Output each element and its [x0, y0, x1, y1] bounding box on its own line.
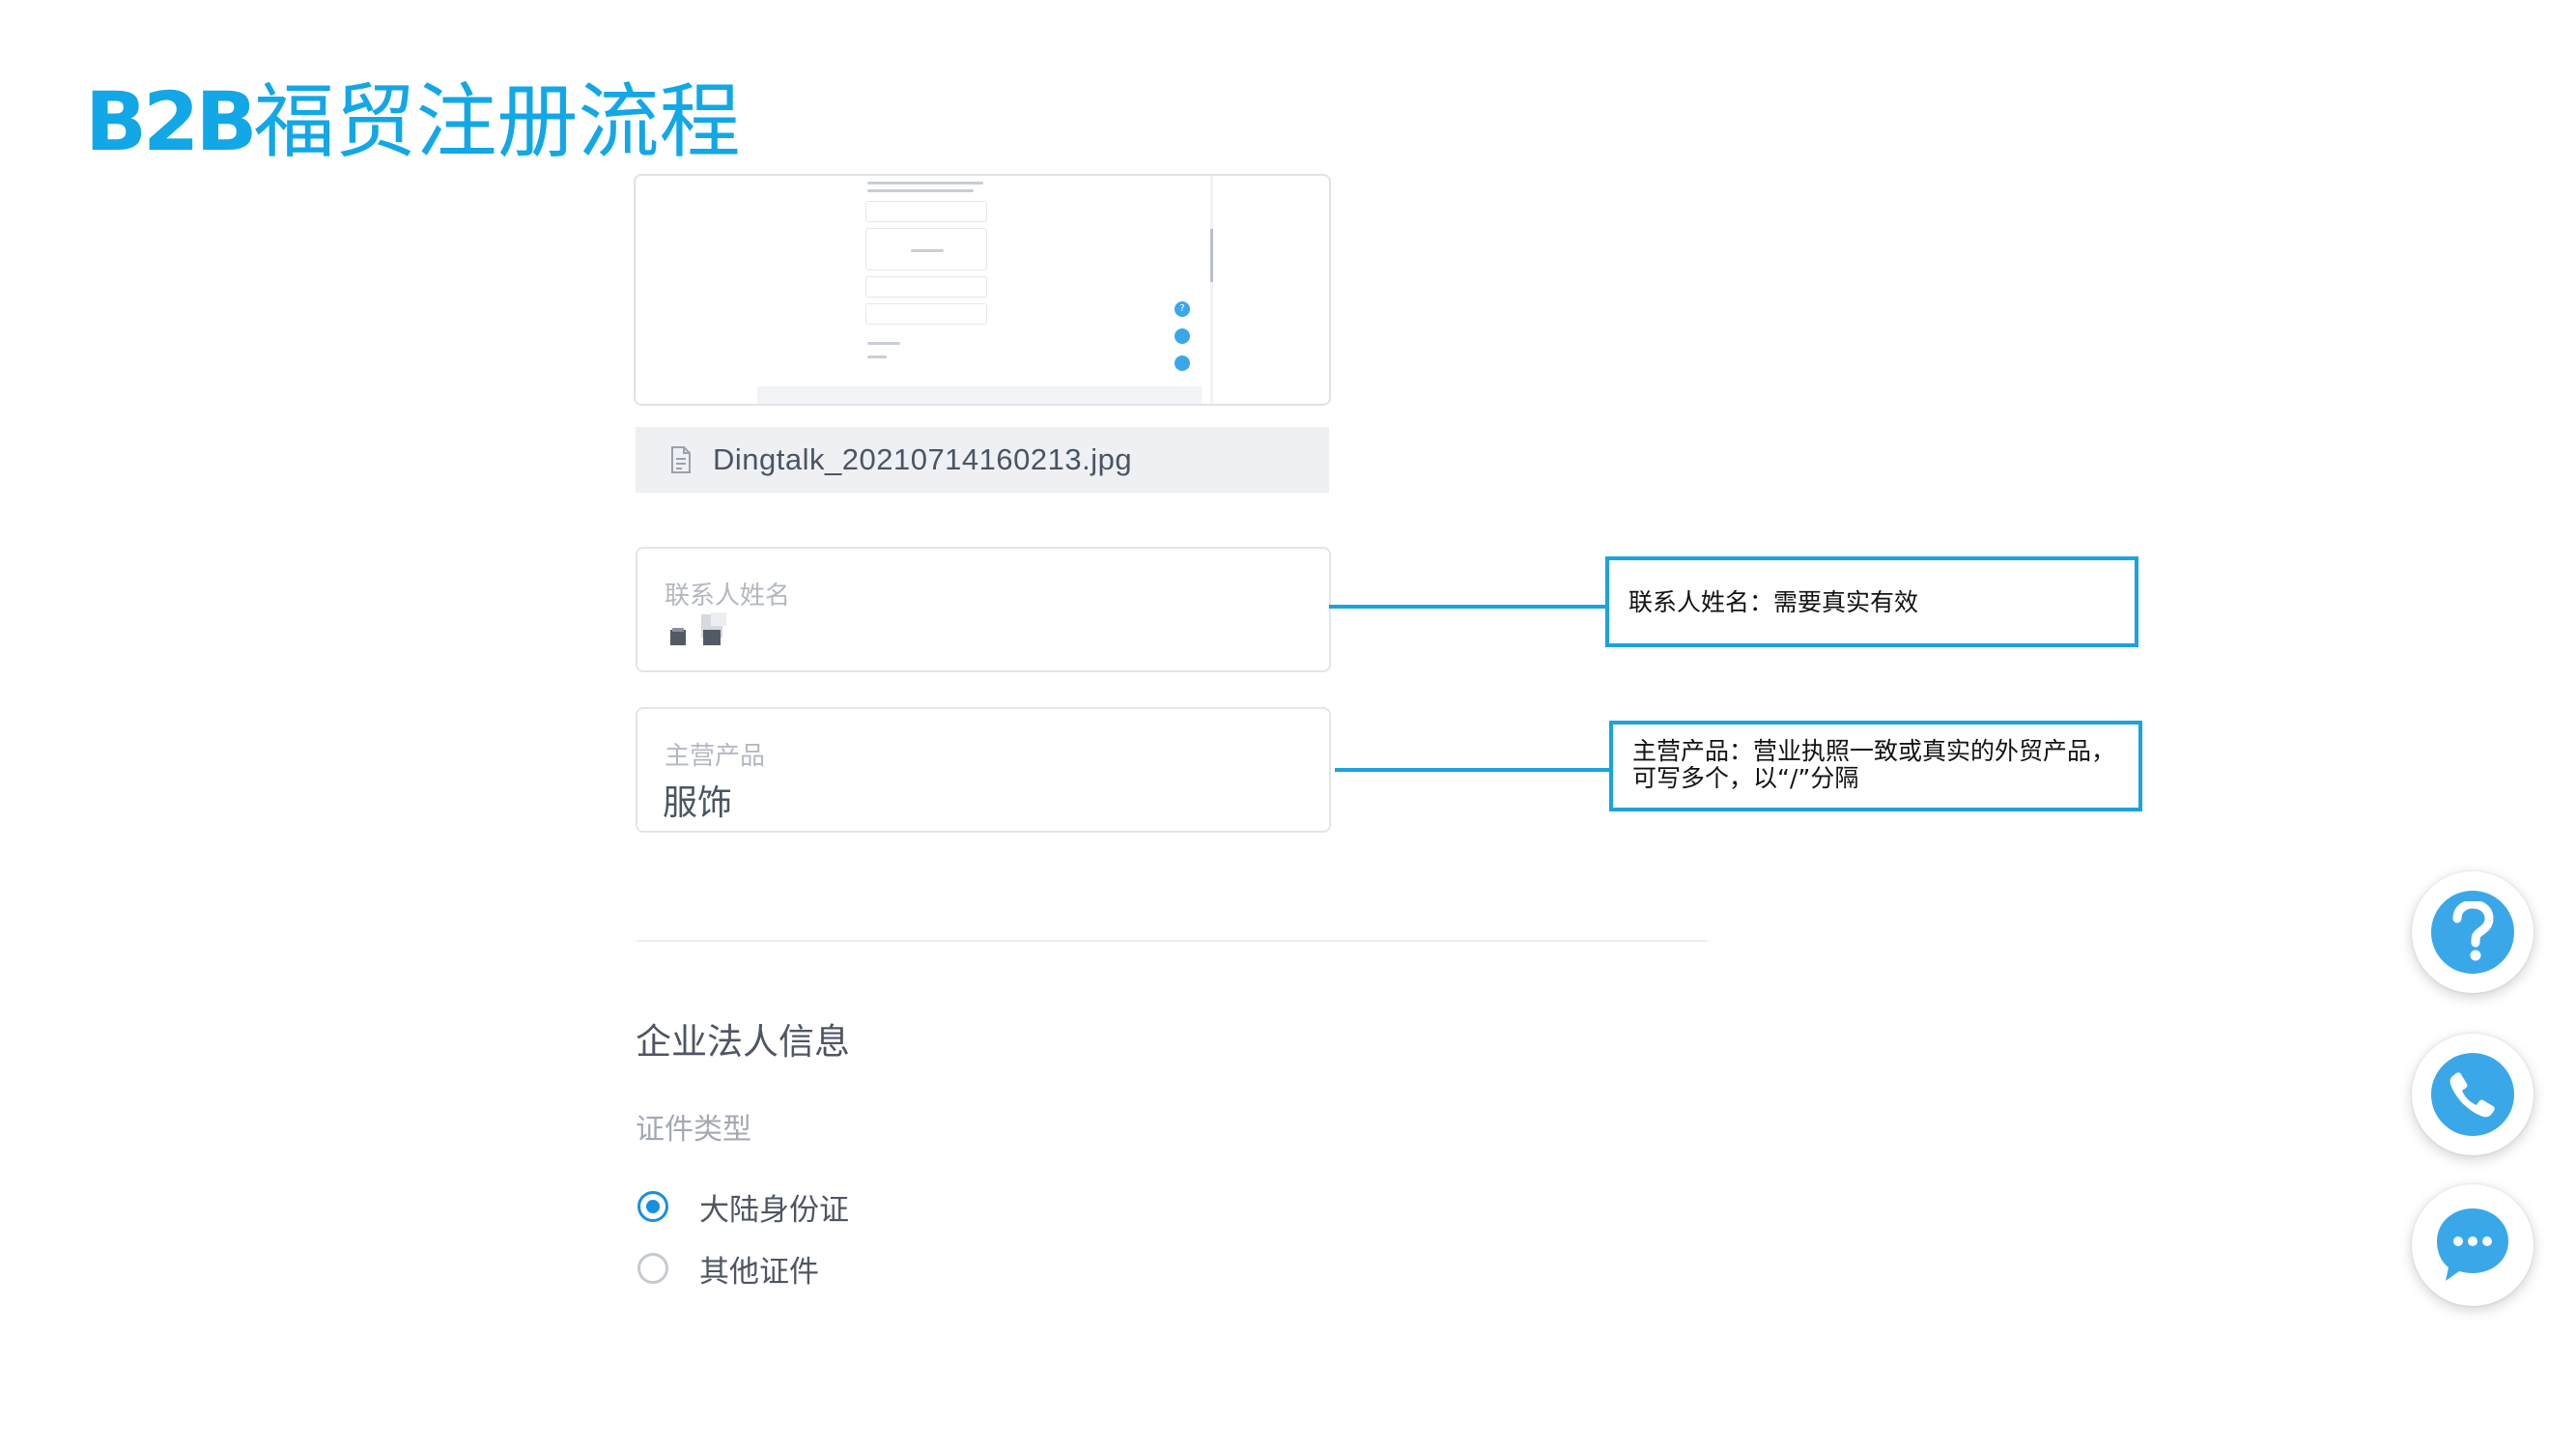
preview-text-line — [867, 355, 887, 358]
preview-scroll-thumb — [1210, 229, 1213, 282]
slide-title-latin: B2B — [85, 74, 257, 169]
id-type-option-mainland[interactable]: 大陆身份证 — [637, 1184, 849, 1229]
slide-title: B2B福贸注册流程 — [85, 73, 741, 170]
chat-icon — [2431, 1204, 2514, 1287]
phone-icon — [2431, 1053, 2514, 1136]
preview-scroll-track — [1210, 176, 1213, 404]
preview-help-icon: ? — [1175, 301, 1190, 317]
help-icon — [2431, 891, 2514, 974]
document-icon — [671, 446, 691, 473]
contact-name-field[interactable]: 联系人姓名 — [636, 547, 1331, 672]
uploaded-image-preview[interactable]: ? — [634, 174, 1331, 406]
section-divider — [636, 940, 1708, 942]
radio-checked-icon[interactable] — [637, 1191, 668, 1222]
slide-title-cjk: 福贸注册流程 — [253, 74, 741, 169]
callout-connector — [1329, 605, 1609, 609]
slide: B2B福贸注册流程 ? Dingtalk_20210714160213.jpg — [0, 0, 2576, 1449]
main-products-label: 主营产品 — [665, 742, 766, 771]
preview-text-line — [867, 342, 900, 345]
id-type-label: 证件类型 — [636, 1113, 751, 1147]
contact-name-callout: 联系人姓名：需要真实有效 — [1605, 556, 2138, 647]
preview-input-box — [865, 303, 987, 325]
preview-text-line — [867, 182, 983, 185]
callout-connector — [1335, 768, 1611, 772]
legal-person-section-title: 企业法人信息 — [636, 1021, 850, 1063]
help-button[interactable] — [2412, 871, 2534, 993]
preview-phone-icon — [1175, 328, 1190, 344]
contact-name-obscured-value — [670, 612, 726, 645]
main-products-field[interactable]: 主营产品 服饰 — [636, 707, 1331, 833]
chat-button[interactable] — [2412, 1184, 2534, 1306]
attachment-file-name: Dingtalk_20210714160213.jpg — [713, 442, 1133, 476]
main-products-callout-line2: 可写多个，以“/”分隔 — [1632, 764, 1859, 792]
preview-chat-icon — [1175, 355, 1190, 371]
preview-footer-bar — [757, 386, 1202, 404]
radio-unchecked-icon[interactable] — [637, 1253, 668, 1284]
attachment-file-chip[interactable]: Dingtalk_20210714160213.jpg — [636, 427, 1329, 493]
id-type-option-other[interactable]: 其他证件 — [637, 1246, 819, 1291]
preview-text-line — [911, 249, 944, 252]
main-products-callout: 主营产品：营业执照一致或真实的外贸产品， 可写多个，以“/”分隔 — [1609, 721, 2142, 811]
phone-button[interactable] — [2412, 1034, 2534, 1155]
main-products-callout-line1: 主营产品：营业执照一致或真实的外贸产品， — [1632, 737, 2116, 765]
main-products-value: 服饰 — [663, 783, 733, 823]
contact-name-callout-text: 联系人姓名：需要真实有效 — [1628, 588, 1919, 616]
id-type-option-label: 其他证件 — [699, 1254, 819, 1290]
id-type-option-label: 大陆身份证 — [699, 1192, 849, 1228]
preview-input-box — [865, 201, 987, 222]
preview-input-box — [865, 276, 987, 298]
